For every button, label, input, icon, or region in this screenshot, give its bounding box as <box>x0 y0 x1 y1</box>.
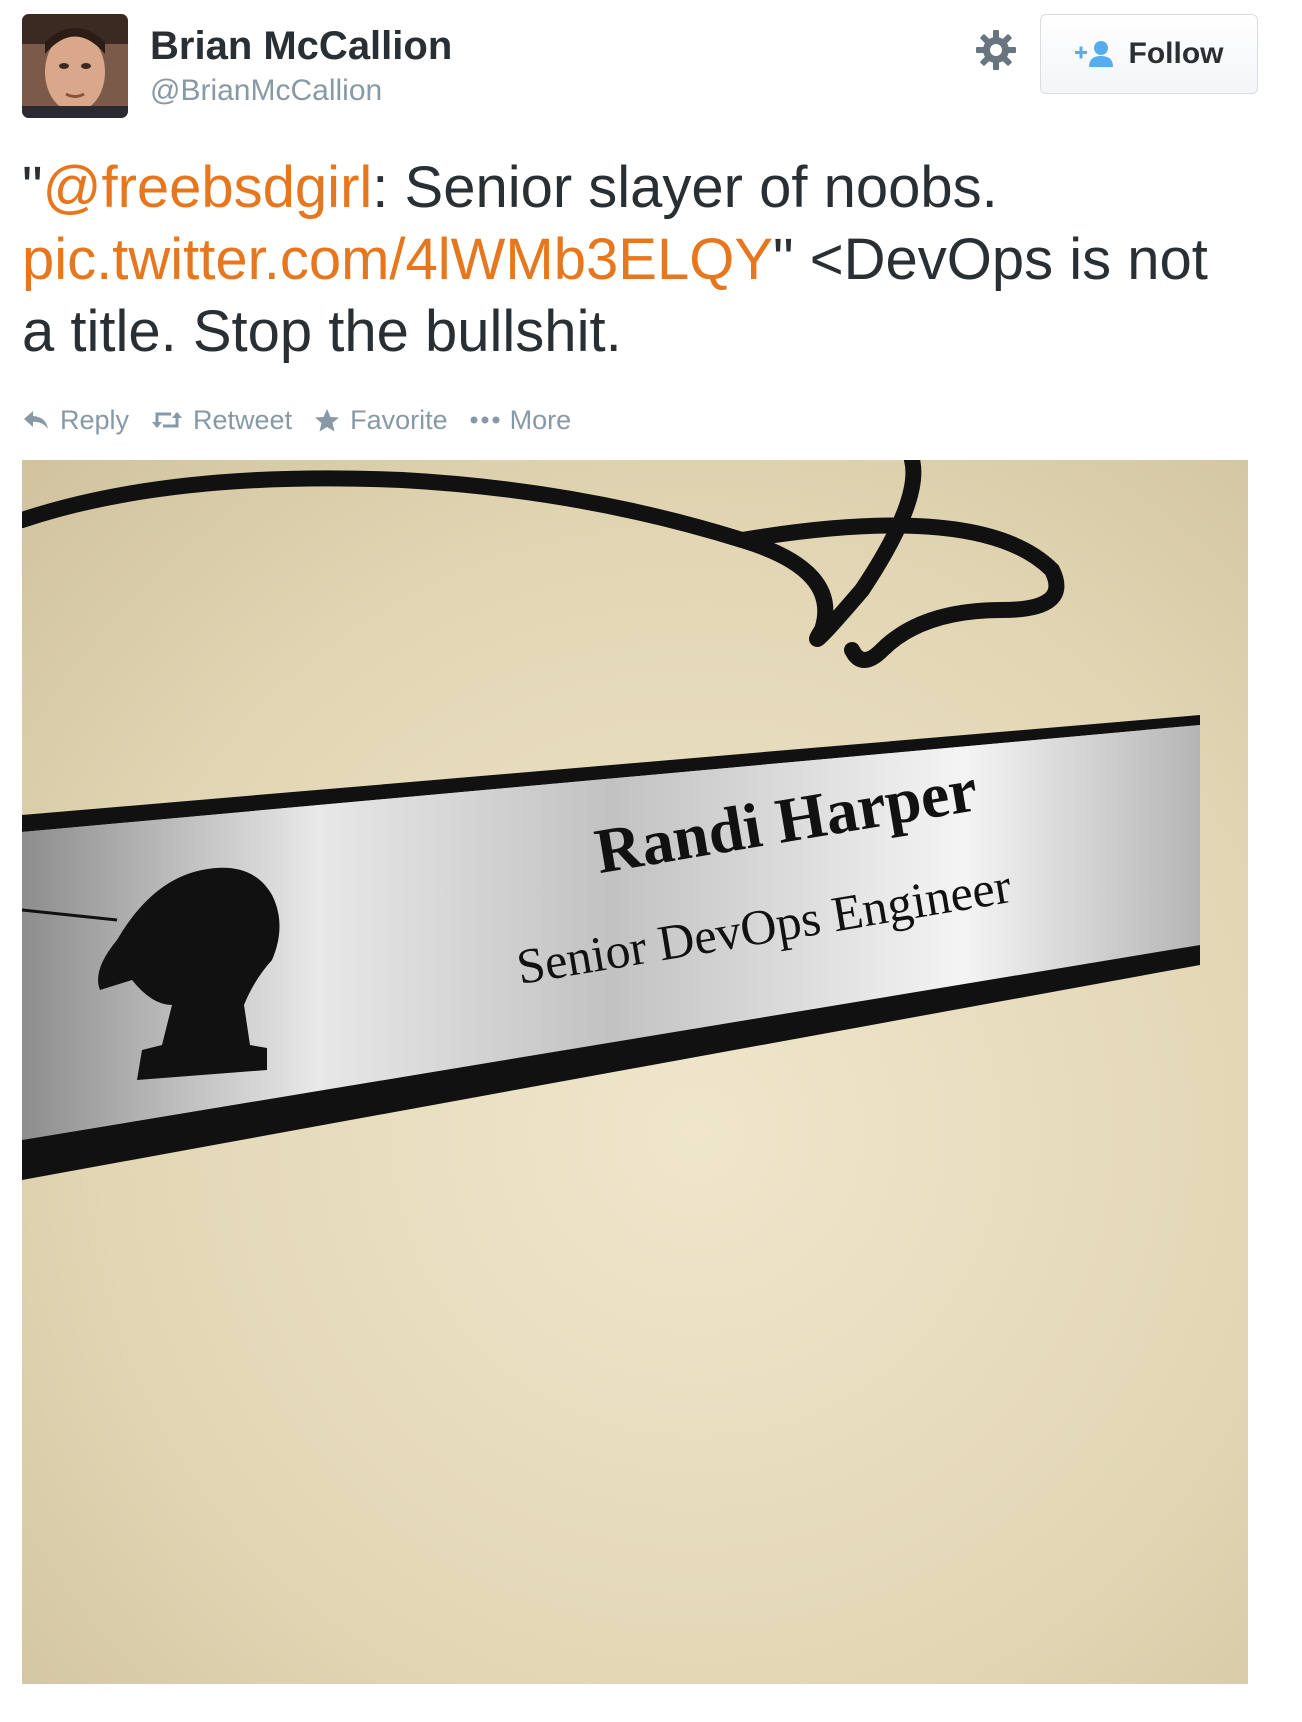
pic-link[interactable]: pic.twitter.com/4lWMb3ELQY <box>22 227 773 292</box>
user-handle[interactable]: @BrianMcCallion <box>150 74 382 108</box>
mention-link[interactable]: @freebsdgirl <box>43 155 373 220</box>
more-label: More <box>509 404 572 435</box>
tweet-text-part-1: : Senior slayer of noobs. <box>372 155 998 220</box>
tweet-actions: Reply Retweet Favorite More <box>22 400 593 440</box>
quote-mark: " <box>22 155 43 220</box>
retweet-label: Retweet <box>193 404 293 435</box>
follow-button[interactable]: Follow <box>1040 14 1258 94</box>
favorite-button[interactable]: Favorite <box>314 405 448 436</box>
retweet-icon <box>152 412 183 428</box>
retweet-button[interactable]: Retweet <box>151 405 292 436</box>
follow-user-icon <box>1074 41 1113 67</box>
avatar[interactable] <box>22 14 128 118</box>
user-name[interactable]: Brian McCallion <box>150 24 452 69</box>
ellipsis-icon <box>470 416 500 424</box>
favorite-label: Favorite <box>350 404 448 435</box>
star-icon <box>315 409 340 432</box>
more-button[interactable]: More <box>470 404 572 436</box>
reply-button[interactable]: Reply <box>22 405 129 436</box>
reply-icon <box>24 411 48 429</box>
tweet-text: "@freebsdgirl: Senior slayer of noobs. p… <box>22 152 1252 368</box>
follow-button-label: Follow <box>1128 37 1224 70</box>
tweet-photo[interactable]: Randi Harper Senior DevOps Engineer <box>22 460 1248 1684</box>
reply-label: Reply <box>60 404 130 435</box>
gear-icon[interactable] <box>974 28 1018 72</box>
tweet-header: Brian McCallion @BrianMcCallion Follow <box>22 14 1262 119</box>
